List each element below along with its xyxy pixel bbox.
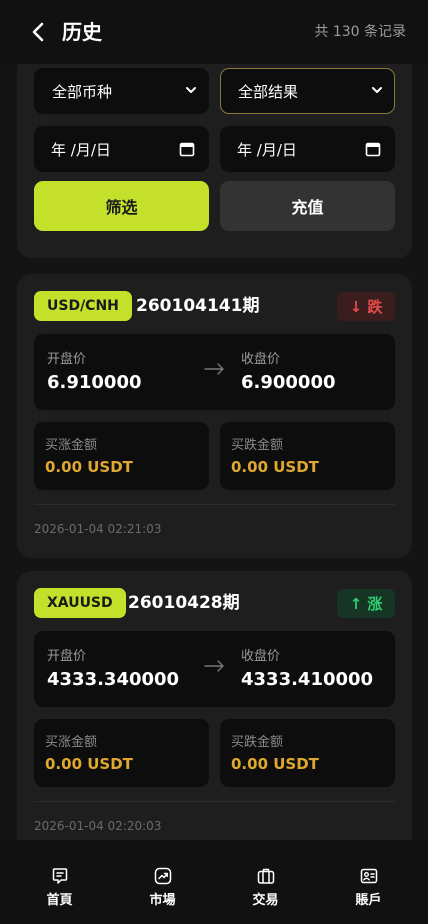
chevron-left-icon	[32, 22, 44, 42]
buy-up-amount: 0.00 USDT	[45, 458, 133, 476]
direction-badge-down: ↓ 跌	[337, 292, 395, 321]
close-price-label: 收盘价	[241, 649, 281, 664]
start-date-value: 年 /月/日	[51, 140, 111, 159]
buy-down-box: 买跌金额 0.00 USDT	[220, 422, 395, 490]
nav-label-home: 首頁	[46, 893, 73, 908]
result-select[interactable]: 全部结果	[220, 68, 395, 114]
currency-select-value: 全部币种	[52, 82, 113, 101]
nav-label-trade: 交易	[252, 893, 279, 908]
price-box: 开盘价 4333.340000 收盘价 4333.410000	[34, 631, 395, 707]
buy-down-label: 买跌金额	[231, 438, 284, 453]
scroll-content[interactable]: 全部币种 全部结果 年 /月/日 年 /月/日 筛选 充值 USD/CNH 26…	[0, 64, 428, 840]
buy-down-amount: 0.00 USDT	[231, 755, 319, 773]
period-number: 26010428期	[128, 593, 240, 613]
price-box: 开盘价 6.910000 收盘价 6.900000	[34, 334, 395, 410]
filter-button[interactable]: 筛选	[34, 181, 209, 231]
header-bar: 历史 共 130 条记录	[0, 0, 428, 64]
nav-item-trade[interactable]: 交易	[214, 840, 317, 924]
symbol-badge: XAUUSD	[34, 588, 126, 618]
end-date-value: 年 /月/日	[237, 140, 297, 159]
history-screen: 历史 共 130 条记录 全部币种 全部结果 年 /月/日 年 /月/日 筛选 …	[0, 0, 428, 924]
chevron-down-icon	[372, 87, 382, 93]
bottom-nav: 首頁 市場 交易 賬戶	[0, 840, 428, 924]
start-date-input[interactable]: 年 /月/日	[34, 126, 209, 172]
open-price-value: 6.910000	[47, 372, 142, 393]
market-icon	[154, 867, 171, 885]
close-price-value: 6.900000	[241, 372, 336, 393]
trade-icon	[257, 868, 274, 884]
filter-panel: 全部币种 全部结果 年 /月/日 年 /月/日 筛选 充值	[17, 64, 412, 258]
calendar-icon	[365, 142, 381, 157]
buy-up-label: 买涨金额	[45, 438, 98, 453]
open-price-value: 4333.340000	[47, 669, 180, 690]
chevron-down-icon	[186, 87, 196, 93]
account-icon	[360, 868, 377, 884]
calendar-icon	[179, 142, 195, 157]
record-time: 2026-01-04 02:21:03	[34, 522, 162, 536]
buy-up-label: 买涨金额	[45, 735, 98, 750]
nav-item-account[interactable]: 賬戶	[317, 840, 420, 924]
arrow-right-icon	[204, 363, 224, 375]
record-card[interactable]: USD/CNH 260104141期 ↓ 跌 开盘价 6.910000 收盘价 …	[17, 274, 412, 558]
nav-item-market[interactable]: 市場	[111, 840, 214, 924]
period-number: 260104141期	[136, 296, 260, 316]
buy-down-label: 买跌金额	[231, 735, 284, 750]
end-date-input[interactable]: 年 /月/日	[220, 126, 395, 172]
divider	[34, 801, 395, 802]
direction-badge-up: ↑ 涨	[337, 589, 395, 618]
result-select-value: 全部结果	[238, 82, 299, 101]
arrow-right-icon	[204, 660, 224, 672]
currency-select[interactable]: 全部币种	[34, 68, 209, 114]
back-button[interactable]	[26, 20, 50, 44]
open-price-label: 开盘价	[47, 649, 87, 664]
buy-up-amount: 0.00 USDT	[45, 755, 133, 773]
open-price-label: 开盘价	[47, 352, 87, 367]
page-title: 历史	[62, 20, 102, 44]
buy-up-box: 买涨金额 0.00 USDT	[34, 422, 209, 490]
symbol-badge: USD/CNH	[34, 291, 132, 321]
record-card[interactable]: XAUUSD 26010428期 ↑ 涨 开盘价 4333.340000 收盘价…	[17, 571, 412, 840]
nav-item-home[interactable]: 首頁	[8, 840, 111, 924]
home-icon	[52, 868, 67, 884]
close-price-value: 4333.410000	[241, 669, 374, 690]
buy-down-amount: 0.00 USDT	[231, 458, 319, 476]
recharge-button[interactable]: 充值	[220, 181, 395, 231]
buy-up-box: 买涨金额 0.00 USDT	[34, 719, 209, 787]
record-time: 2026-01-04 02:20:03	[34, 819, 162, 833]
record-count: 共 130 条记录	[314, 24, 406, 40]
nav-label-market: 市場	[149, 893, 176, 908]
buy-down-box: 买跌金额 0.00 USDT	[220, 719, 395, 787]
nav-label-account: 賬戶	[355, 893, 382, 908]
divider	[34, 504, 395, 505]
close-price-label: 收盘价	[241, 352, 281, 367]
